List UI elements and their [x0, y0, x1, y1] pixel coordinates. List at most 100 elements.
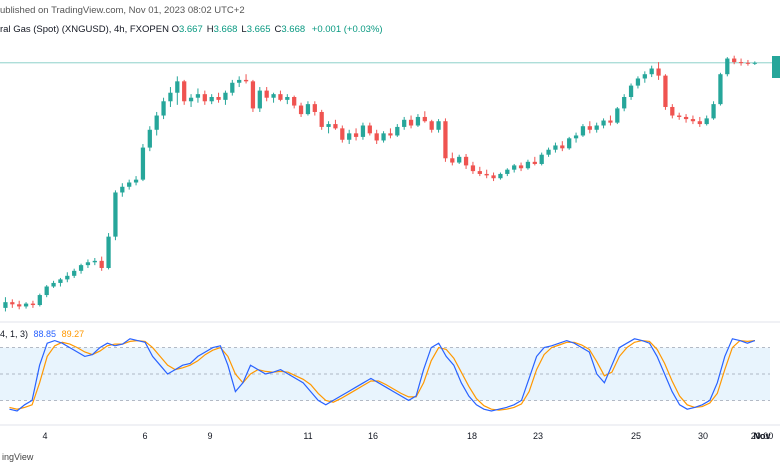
- candle: [601, 120, 606, 126]
- candle: [333, 124, 338, 129]
- candle: [491, 175, 496, 179]
- candle: [738, 62, 744, 64]
- candle: [429, 121, 434, 130]
- candle: [51, 282, 56, 287]
- candle: [353, 133, 359, 137]
- candle: [525, 161, 531, 169]
- stoch-params: 4, 1, 3): [0, 329, 29, 339]
- candle: [188, 97, 194, 102]
- candle: [37, 295, 42, 306]
- candle: [711, 104, 716, 119]
- candle: [594, 125, 599, 130]
- candle: [615, 108, 620, 123]
- candle: [216, 97, 221, 100]
- candle: [237, 79, 242, 83]
- candle: [683, 116, 689, 120]
- x-tick-label: 6: [142, 431, 147, 441]
- price-chart[interactable]: 4 6 9 11 16 18 23 25 30 Nov20:00: [0, 0, 780, 470]
- candle: [457, 156, 462, 163]
- candle: [608, 120, 613, 123]
- candle: [725, 58, 730, 75]
- candle: [257, 90, 262, 109]
- candle: [388, 133, 393, 136]
- candle: [195, 94, 201, 98]
- candle: [635, 78, 641, 86]
- candle: [133, 179, 139, 183]
- candle: [704, 118, 709, 125]
- candle: [463, 156, 469, 166]
- candle: [656, 68, 661, 76]
- x-tick-label: 9: [207, 431, 212, 441]
- candle: [175, 81, 180, 93]
- candle: [168, 92, 173, 102]
- candle: [395, 126, 400, 136]
- x-tick-label: 25: [631, 431, 641, 441]
- candle: [518, 165, 524, 169]
- candle: [182, 81, 187, 102]
- candle: [285, 97, 290, 100]
- candle: [498, 173, 503, 179]
- candle: [642, 74, 647, 79]
- candle: [347, 133, 352, 140]
- candle: [113, 192, 118, 237]
- candle: [154, 115, 159, 130]
- candle: [17, 304, 22, 307]
- candle: [587, 126, 592, 130]
- candle: [92, 260, 97, 263]
- candle: [484, 173, 489, 176]
- candle: [340, 128, 345, 140]
- candle: [677, 115, 682, 117]
- stoch-legend[interactable]: 4, 1, 3) 88.85 89.27: [0, 329, 84, 339]
- candle: [567, 138, 572, 149]
- candle: [298, 105, 304, 115]
- candle: [470, 165, 476, 172]
- candle: [140, 147, 146, 180]
- candle: [312, 104, 317, 112]
- candle: [3, 302, 8, 308]
- candle: [573, 135, 579, 139]
- candle: [99, 260, 104, 268]
- candle: [305, 104, 311, 115]
- candle: [450, 158, 455, 163]
- candle: [436, 121, 441, 130]
- candle: [292, 97, 297, 106]
- candle: [422, 116, 427, 122]
- candle: [278, 94, 283, 100]
- candle: [697, 121, 702, 125]
- candle: [319, 111, 324, 127]
- candle: [718, 74, 723, 105]
- candle: [670, 106, 675, 116]
- candle: [78, 265, 84, 271]
- candle: [250, 81, 256, 109]
- candle: [271, 94, 276, 98]
- candle: [326, 124, 331, 127]
- candle: [663, 75, 668, 107]
- candle: [374, 133, 379, 141]
- candle: [649, 68, 654, 75]
- candle: [415, 116, 421, 126]
- x-tick-label: 4: [42, 431, 47, 441]
- candle: [127, 182, 132, 187]
- candle: [505, 169, 510, 174]
- candle: [44, 286, 49, 296]
- candle: [532, 161, 537, 164]
- candle: [580, 126, 586, 136]
- candle: [120, 186, 125, 193]
- candle: [553, 145, 558, 150]
- x-tick-label: 30: [698, 431, 708, 441]
- candle: [546, 149, 551, 155]
- candle: [85, 262, 91, 266]
- stoch-d-value: 89.27: [61, 329, 85, 339]
- candle: [209, 97, 214, 102]
- candle: [147, 129, 152, 148]
- stoch-k-value: 88.85: [33, 329, 57, 339]
- candle: [360, 125, 366, 137]
- candle: [65, 275, 70, 280]
- candle: [690, 119, 696, 122]
- x-tick-label: 16: [368, 431, 378, 441]
- candle: [367, 125, 372, 134]
- last-price-tag: [772, 56, 780, 78]
- candle: [243, 79, 249, 82]
- candle: [732, 58, 737, 63]
- candle: [539, 154, 544, 164]
